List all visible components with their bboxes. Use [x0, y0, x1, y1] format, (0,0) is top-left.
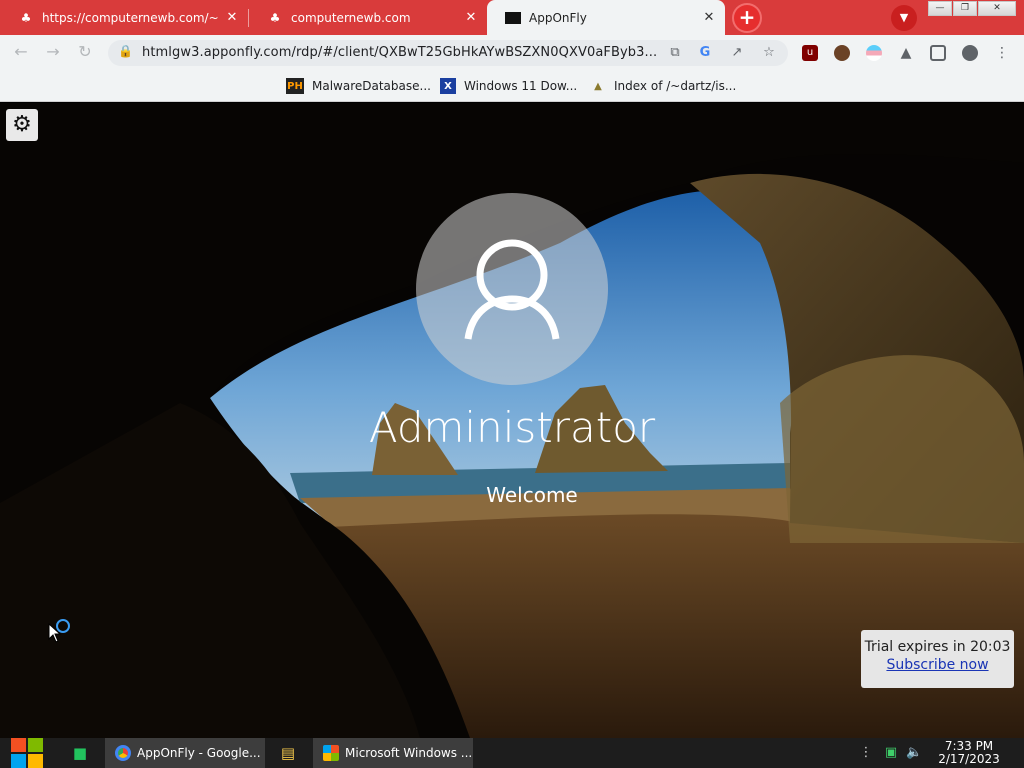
profile-extension-icon[interactable] — [834, 45, 850, 61]
copy-icon[interactable]: ⧉ — [666, 44, 684, 62]
account-username: Administrator — [368, 403, 656, 452]
restore-button[interactable]: ❐ — [953, 1, 977, 16]
bookmark-malwaredatabase[interactable]: PH MalwareDatabase... — [286, 77, 431, 95]
tab-title: https://computernewb.com/~lily — [42, 10, 218, 25]
url-text[interactable]: htmlgw3.apponfly.com/rdp/#/client/QXBwT2… — [142, 45, 662, 60]
folder-tree-favicon-icon: ▲ — [594, 80, 602, 92]
overflow-kebab-icon[interactable]: ⋮ — [858, 745, 874, 761]
chrome-icon — [115, 745, 131, 761]
welcome-status: Welcome — [486, 483, 578, 507]
tab-title: AppOnFly — [529, 10, 587, 25]
site-favicon-icon: ♣ — [20, 10, 32, 25]
tab-search-chevron-icon[interactable]: ▼ — [891, 5, 917, 31]
ublock-extension-icon[interactable]: u — [802, 45, 818, 61]
close-window-button[interactable]: ✕ — [978, 1, 1016, 16]
mouse-cursor-icon — [48, 623, 62, 643]
bookmark-label: MalwareDatabase... — [312, 79, 431, 93]
close-tab-icon[interactable]: ✕ — [224, 10, 240, 26]
bookmarks-bar: PH MalwareDatabase... X Windows 11 Dow..… — [0, 69, 1024, 102]
volume-speaker-icon[interactable]: 🔈 — [906, 745, 922, 761]
ph-favicon-icon: PH — [286, 78, 304, 94]
extensions-puzzle-icon[interactable]: ▲ — [898, 45, 914, 61]
bookmark-star-icon[interactable]: ☆ — [760, 44, 778, 62]
side-panel-icon[interactable] — [930, 45, 946, 61]
trial-notice: Trial expires in 20:03 Subscribe now — [861, 630, 1014, 688]
apponfly-favicon-icon — [505, 11, 521, 24]
taskbar-chrome[interactable]: AppOnFly - Google... — [105, 738, 265, 768]
taskbar-label: Microsoft Windows ... — [345, 746, 473, 760]
taskbar-label: AppOnFly - Google... — [137, 746, 261, 760]
menu-kebab-icon[interactable]: ⋮ — [994, 45, 1010, 61]
taskbar: ■ AppOnFly - Google... ▤ Microsoft Windo… — [0, 738, 1024, 768]
taskbar-microsoft-windows[interactable]: Microsoft Windows ... — [313, 738, 473, 768]
tab-strip: ♣ https://computernewb.com/~lily ✕ ♣ com… — [0, 0, 1024, 35]
share-icon[interactable]: ↗ — [728, 44, 746, 62]
forward-arrow-icon[interactable]: → — [42, 41, 64, 63]
account-avatar-icon[interactable] — [962, 45, 978, 61]
lock-icon: 🔒 — [118, 44, 133, 58]
tab-title: computernewb.com — [291, 10, 411, 25]
remote-desktop-viewport[interactable]: ⚙ Administrator Welcome Trial expires in… — [0, 103, 1024, 738]
x-favicon-icon: X — [440, 78, 456, 94]
site-favicon-icon: ♣ — [269, 10, 281, 25]
reload-icon[interactable]: ↻ — [74, 41, 96, 63]
flag-extension-icon[interactable] — [866, 45, 882, 61]
file-explorer-icon[interactable]: ▤ — [280, 745, 296, 761]
close-tab-icon[interactable]: ✕ — [463, 10, 479, 26]
settings-gear-icon[interactable]: ⚙ — [6, 109, 38, 141]
clock-date: 2/17/2023 — [938, 752, 1000, 766]
google-lens-icon[interactable]: G — [696, 44, 714, 62]
trial-expiry-text: Trial expires in 20:03 — [864, 639, 1011, 655]
bookmark-windows11[interactable]: X Windows 11 Dow... — [440, 77, 577, 95]
chat-app-icon[interactable]: ■ — [72, 745, 88, 761]
person-icon — [464, 239, 560, 340]
network-monitor-icon[interactable]: ▣ — [883, 745, 899, 761]
bookmark-label: Index of /~dartz/is... — [614, 79, 737, 93]
close-tab-icon[interactable]: ✕ — [701, 10, 717, 26]
back-arrow-icon[interactable]: ← — [10, 41, 32, 63]
new-tab-button[interactable]: + — [734, 5, 760, 31]
browser-toolbar: ← → ↻ 🔒 htmlgw3.apponfly.com/rdp/#/clien… — [0, 35, 1024, 69]
windows-app-icon — [323, 745, 339, 761]
address-bar[interactable]: 🔒 htmlgw3.apponfly.com/rdp/#/client/QXBw… — [108, 40, 788, 66]
user-avatar — [416, 193, 608, 385]
tab-lily[interactable]: ♣ https://computernewb.com/~lily ✕ — [0, 0, 248, 35]
bookmark-label: Windows 11 Dow... — [464, 79, 578, 93]
tab-computernewb[interactable]: ♣ computernewb.com ✕ — [249, 0, 487, 35]
bookmark-index-dartz[interactable]: ▲ Index of /~dartz/is... — [590, 77, 736, 95]
taskbar-clock[interactable]: 7:33 PM 2/17/2023 — [934, 740, 1004, 766]
minimize-button[interactable]: — — [928, 1, 952, 16]
windows-start-icon[interactable] — [10, 738, 44, 768]
tab-apponfly[interactable]: AppOnFly ✕ — [487, 0, 725, 35]
subscribe-link[interactable]: Subscribe now — [861, 657, 1014, 673]
